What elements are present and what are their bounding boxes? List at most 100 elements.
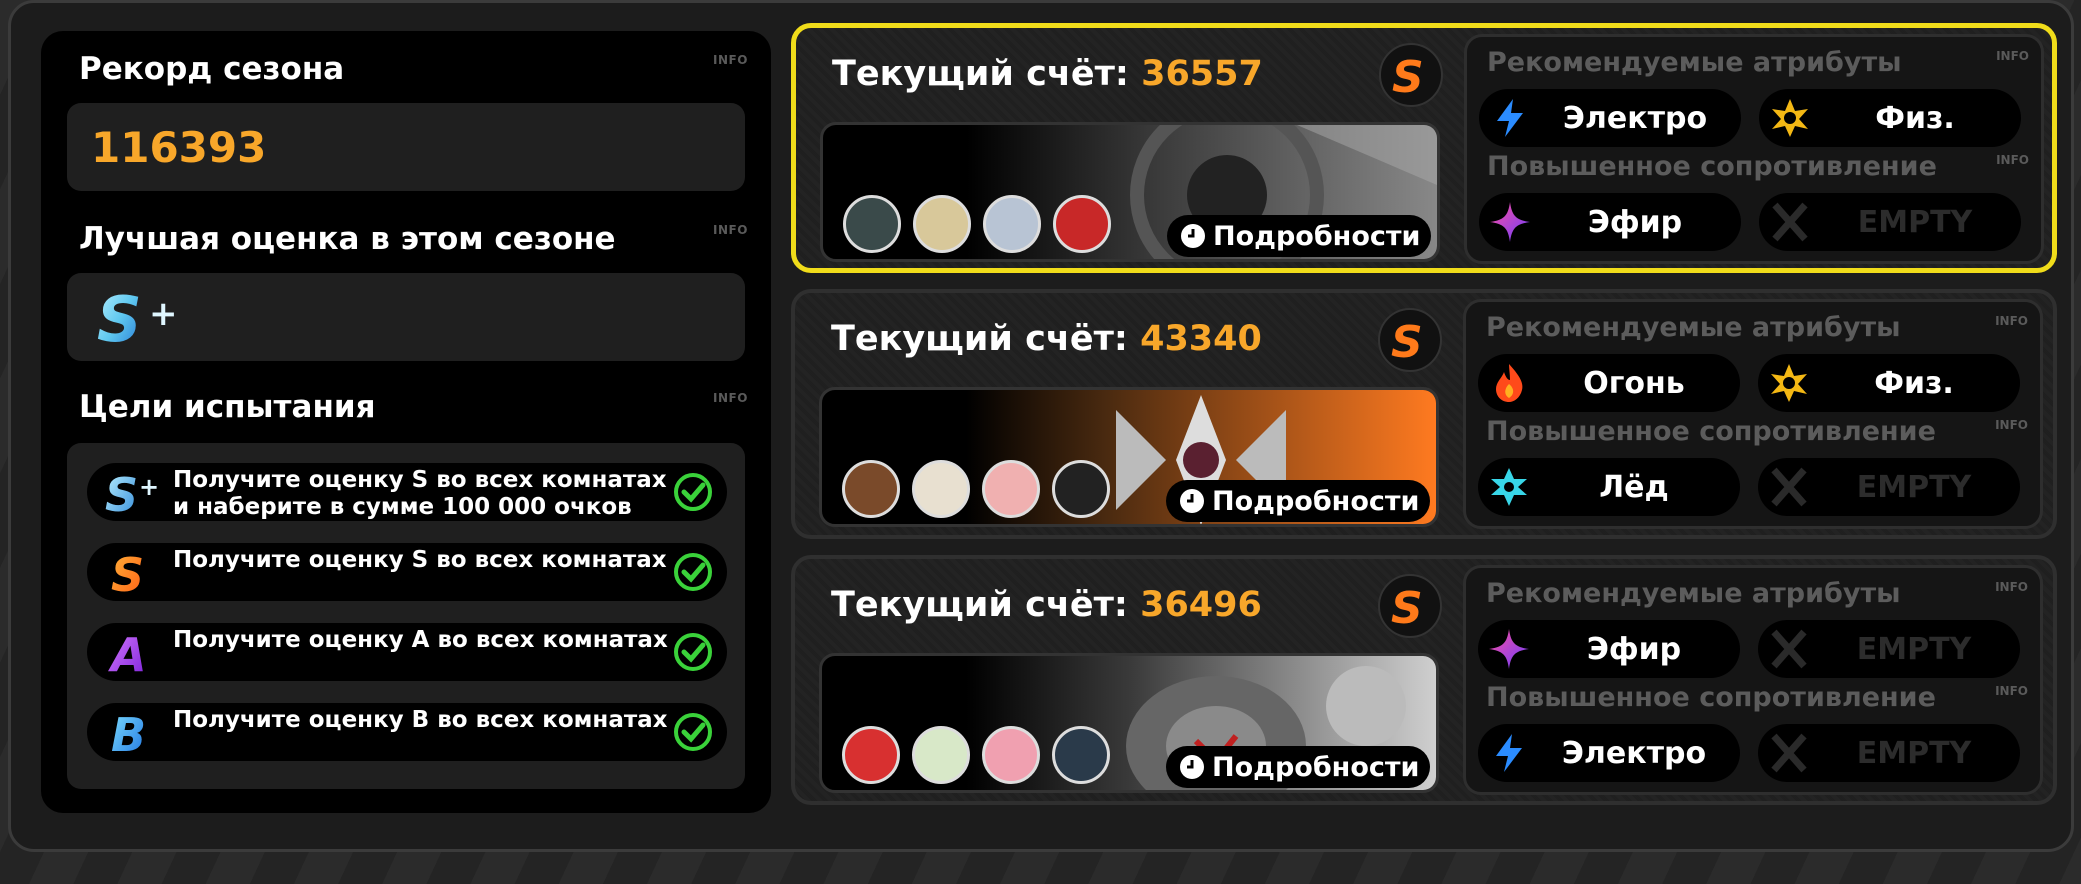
physical-icon (1771, 364, 1807, 402)
svg-text:S: S (1391, 317, 1423, 368)
agent-avatar (1052, 460, 1110, 518)
fire-icon (1496, 364, 1523, 402)
ether-icon (1490, 202, 1530, 242)
clock-icon (1180, 755, 1204, 779)
goal-item: S + Получите оценку S во всех комнатах и… (87, 463, 727, 521)
electric-icon (1496, 734, 1522, 772)
info-button[interactable]: INFO (713, 223, 748, 237)
agent-avatar (982, 460, 1040, 518)
agent-avatar (982, 726, 1040, 784)
attribute-pill: Огонь (1478, 354, 1740, 412)
agent-avatar (912, 726, 970, 784)
team-preview: Подробности (819, 387, 1439, 527)
clock-icon (1180, 489, 1204, 513)
info-button[interactable]: INFO (1995, 314, 2028, 328)
season-record-box: 116393 (67, 103, 745, 191)
season-summary-panel: INFO Рекорд сезона 116393 INFO Лучшая оц… (41, 31, 771, 813)
attribute-pill: Электро (1478, 724, 1740, 782)
current-score: Текущий счёт: 43340 (831, 319, 1262, 359)
current-score: Текущий счёт: 36557 (832, 54, 1263, 94)
svg-text:+: + (149, 294, 178, 334)
attribute-pill: Физ. (1758, 354, 2020, 412)
agent-avatar (913, 195, 971, 253)
team-preview: Подробности (820, 122, 1440, 262)
agent-avatar (842, 726, 900, 784)
attribute-pill: Эфир (1479, 193, 1741, 251)
info-button[interactable]: INFO (1996, 153, 2029, 167)
team-preview: Подробности (819, 653, 1439, 793)
rank-s-badge-icon: S (1378, 308, 1442, 372)
goal-text: Получите оценку B во всех комнатах (173, 707, 668, 733)
svg-text:S: S (1391, 583, 1423, 634)
agent-avatar (1052, 726, 1110, 784)
attribute-pill-empty: EMPTY (1758, 724, 2020, 782)
details-button[interactable]: Подробности (1166, 746, 1430, 788)
info-button[interactable]: INFO (713, 391, 748, 405)
challenge-panel: INFO Рекорд сезона 116393 INFO Лучшая оц… (8, 0, 2074, 852)
rank-a-icon: A (108, 628, 147, 677)
resistance-title: Повышенное сопротивление (1487, 151, 1937, 182)
info-button[interactable]: INFO (1995, 580, 2028, 594)
info-button[interactable]: INFO (713, 53, 748, 67)
resistance-title: Повышенное сопротивление (1486, 416, 1936, 447)
rank-s-badge-icon: S (1379, 43, 1443, 107)
svg-text:S: S (1392, 52, 1424, 103)
room-card-1[interactable]: Текущий счёт: 36557 S Подробности Рекоме… (791, 23, 2057, 273)
room-card-3[interactable]: Текущий счёт: 36496 S Подробности Рекоме… (791, 555, 2057, 805)
svg-text:S: S (105, 468, 138, 517)
goal-text: Получите оценку S во всех комнатах (173, 547, 667, 573)
info-button[interactable]: INFO (1995, 418, 2028, 432)
details-button[interactable]: Подробности (1167, 215, 1431, 257)
goal-item: S Получите оценку S во всех комнатах (87, 543, 727, 601)
rank-s-badge-icon: S (1378, 574, 1442, 638)
attribute-pill-empty: EMPTY (1758, 458, 2020, 516)
svg-text:S: S (111, 548, 144, 597)
clock-icon (1181, 224, 1205, 248)
agent-avatar (843, 195, 901, 253)
ice-icon (1491, 468, 1527, 506)
resistance-title: Повышенное сопротивление (1486, 682, 1936, 713)
agent-avatar (842, 460, 900, 518)
ether-icon (1489, 629, 1529, 669)
empty-x-icon (1771, 467, 1807, 507)
svg-text:+: + (139, 473, 159, 501)
best-rating-box: S + (67, 273, 745, 361)
rank-s-plus-icon: S + (97, 285, 178, 349)
svg-text:S: S (97, 285, 142, 349)
rank-s-icon: S (111, 548, 144, 597)
agent-avatar (1053, 195, 1111, 253)
goal-item: A Получите оценку A во всех комнатах (87, 623, 727, 681)
agent-avatar (912, 460, 970, 518)
current-score: Текущий счёт: 36496 (831, 585, 1262, 625)
recommended-attributes-title: Рекомендуемые атрибуты (1486, 312, 1901, 343)
goal-text: Получите оценку A во всех комнатах (173, 627, 668, 653)
attribute-pill-empty: EMPTY (1758, 620, 2020, 678)
details-button[interactable]: Подробности (1166, 480, 1430, 522)
attribute-pill: Физ. (1759, 89, 2021, 147)
rank-b-icon: B (111, 708, 146, 757)
agent-avatar (983, 195, 1041, 253)
score-value: 36557 (1141, 54, 1263, 94)
empty-x-icon (1772, 202, 1808, 242)
score-value: 43340 (1140, 319, 1262, 359)
empty-x-icon (1771, 733, 1807, 773)
check-icon (674, 713, 712, 751)
attribute-pill: Эфир (1478, 620, 1740, 678)
check-icon (674, 473, 712, 511)
empty-x-icon (1771, 629, 1807, 669)
svg-text:A: A (108, 628, 147, 677)
info-button[interactable]: INFO (1995, 684, 2028, 698)
recommended-attributes-title: Рекомендуемые атрибуты (1487, 47, 1902, 78)
attribute-pill: Лёд (1478, 458, 1740, 516)
check-icon (674, 633, 712, 671)
room-card-2[interactable]: Текущий счёт: 43340 S Подробности Рекоме… (791, 289, 2057, 539)
info-button[interactable]: INFO (1996, 49, 2029, 63)
attributes-panel: Рекомендуемые атрибуты INFO Электро Физ.… (1464, 34, 2044, 264)
electric-icon (1497, 99, 1523, 137)
attributes-panel: Рекомендуемые атрибуты INFO Эфир EMPTY П… (1463, 565, 2043, 795)
season-record-title: Рекорд сезона (79, 51, 345, 87)
attribute-pill: Электро (1479, 89, 1741, 147)
check-icon (674, 553, 712, 591)
season-record-value: 116393 (91, 123, 267, 172)
svg-text:B: B (111, 708, 146, 757)
